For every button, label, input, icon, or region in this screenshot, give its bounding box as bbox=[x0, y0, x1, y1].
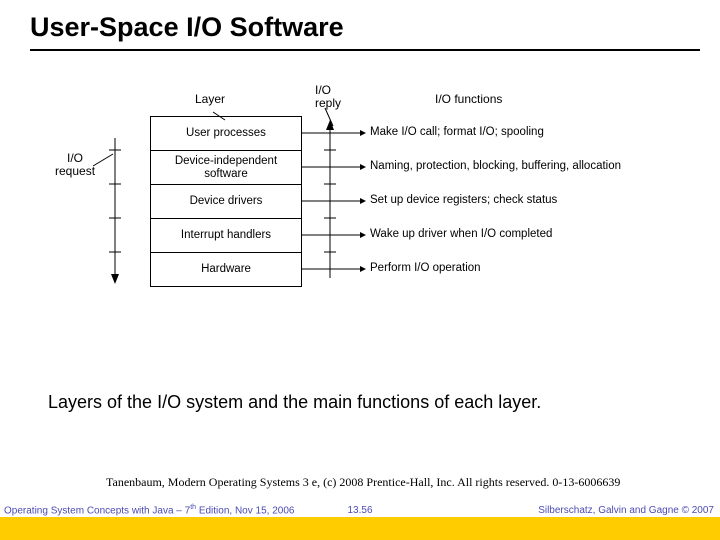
footer-page-number: 13.56 bbox=[347, 505, 372, 516]
page-title: User-Space I/O Software bbox=[30, 12, 344, 43]
slide-footer: Operating System Concepts with Java – 7t… bbox=[0, 500, 720, 540]
footer-accent-bar bbox=[0, 517, 720, 540]
footer-right: Silberschatz, Galvin and Gagne © 2007 bbox=[538, 505, 714, 516]
diagram-arrows bbox=[75, 90, 635, 310]
footer-left-a: Operating System Concepts with Java – 7 bbox=[4, 505, 190, 516]
title-rule bbox=[30, 49, 700, 51]
footer-left: Operating System Concepts with Java – 7t… bbox=[4, 504, 294, 516]
footer-left-b: Edition, Nov 15, 2006 bbox=[196, 505, 294, 516]
figure-caption: Layers of the I/O system and the main fu… bbox=[48, 392, 712, 413]
citation-text: Tanenbaum, Modern Operating Systems 3 e,… bbox=[106, 475, 620, 490]
